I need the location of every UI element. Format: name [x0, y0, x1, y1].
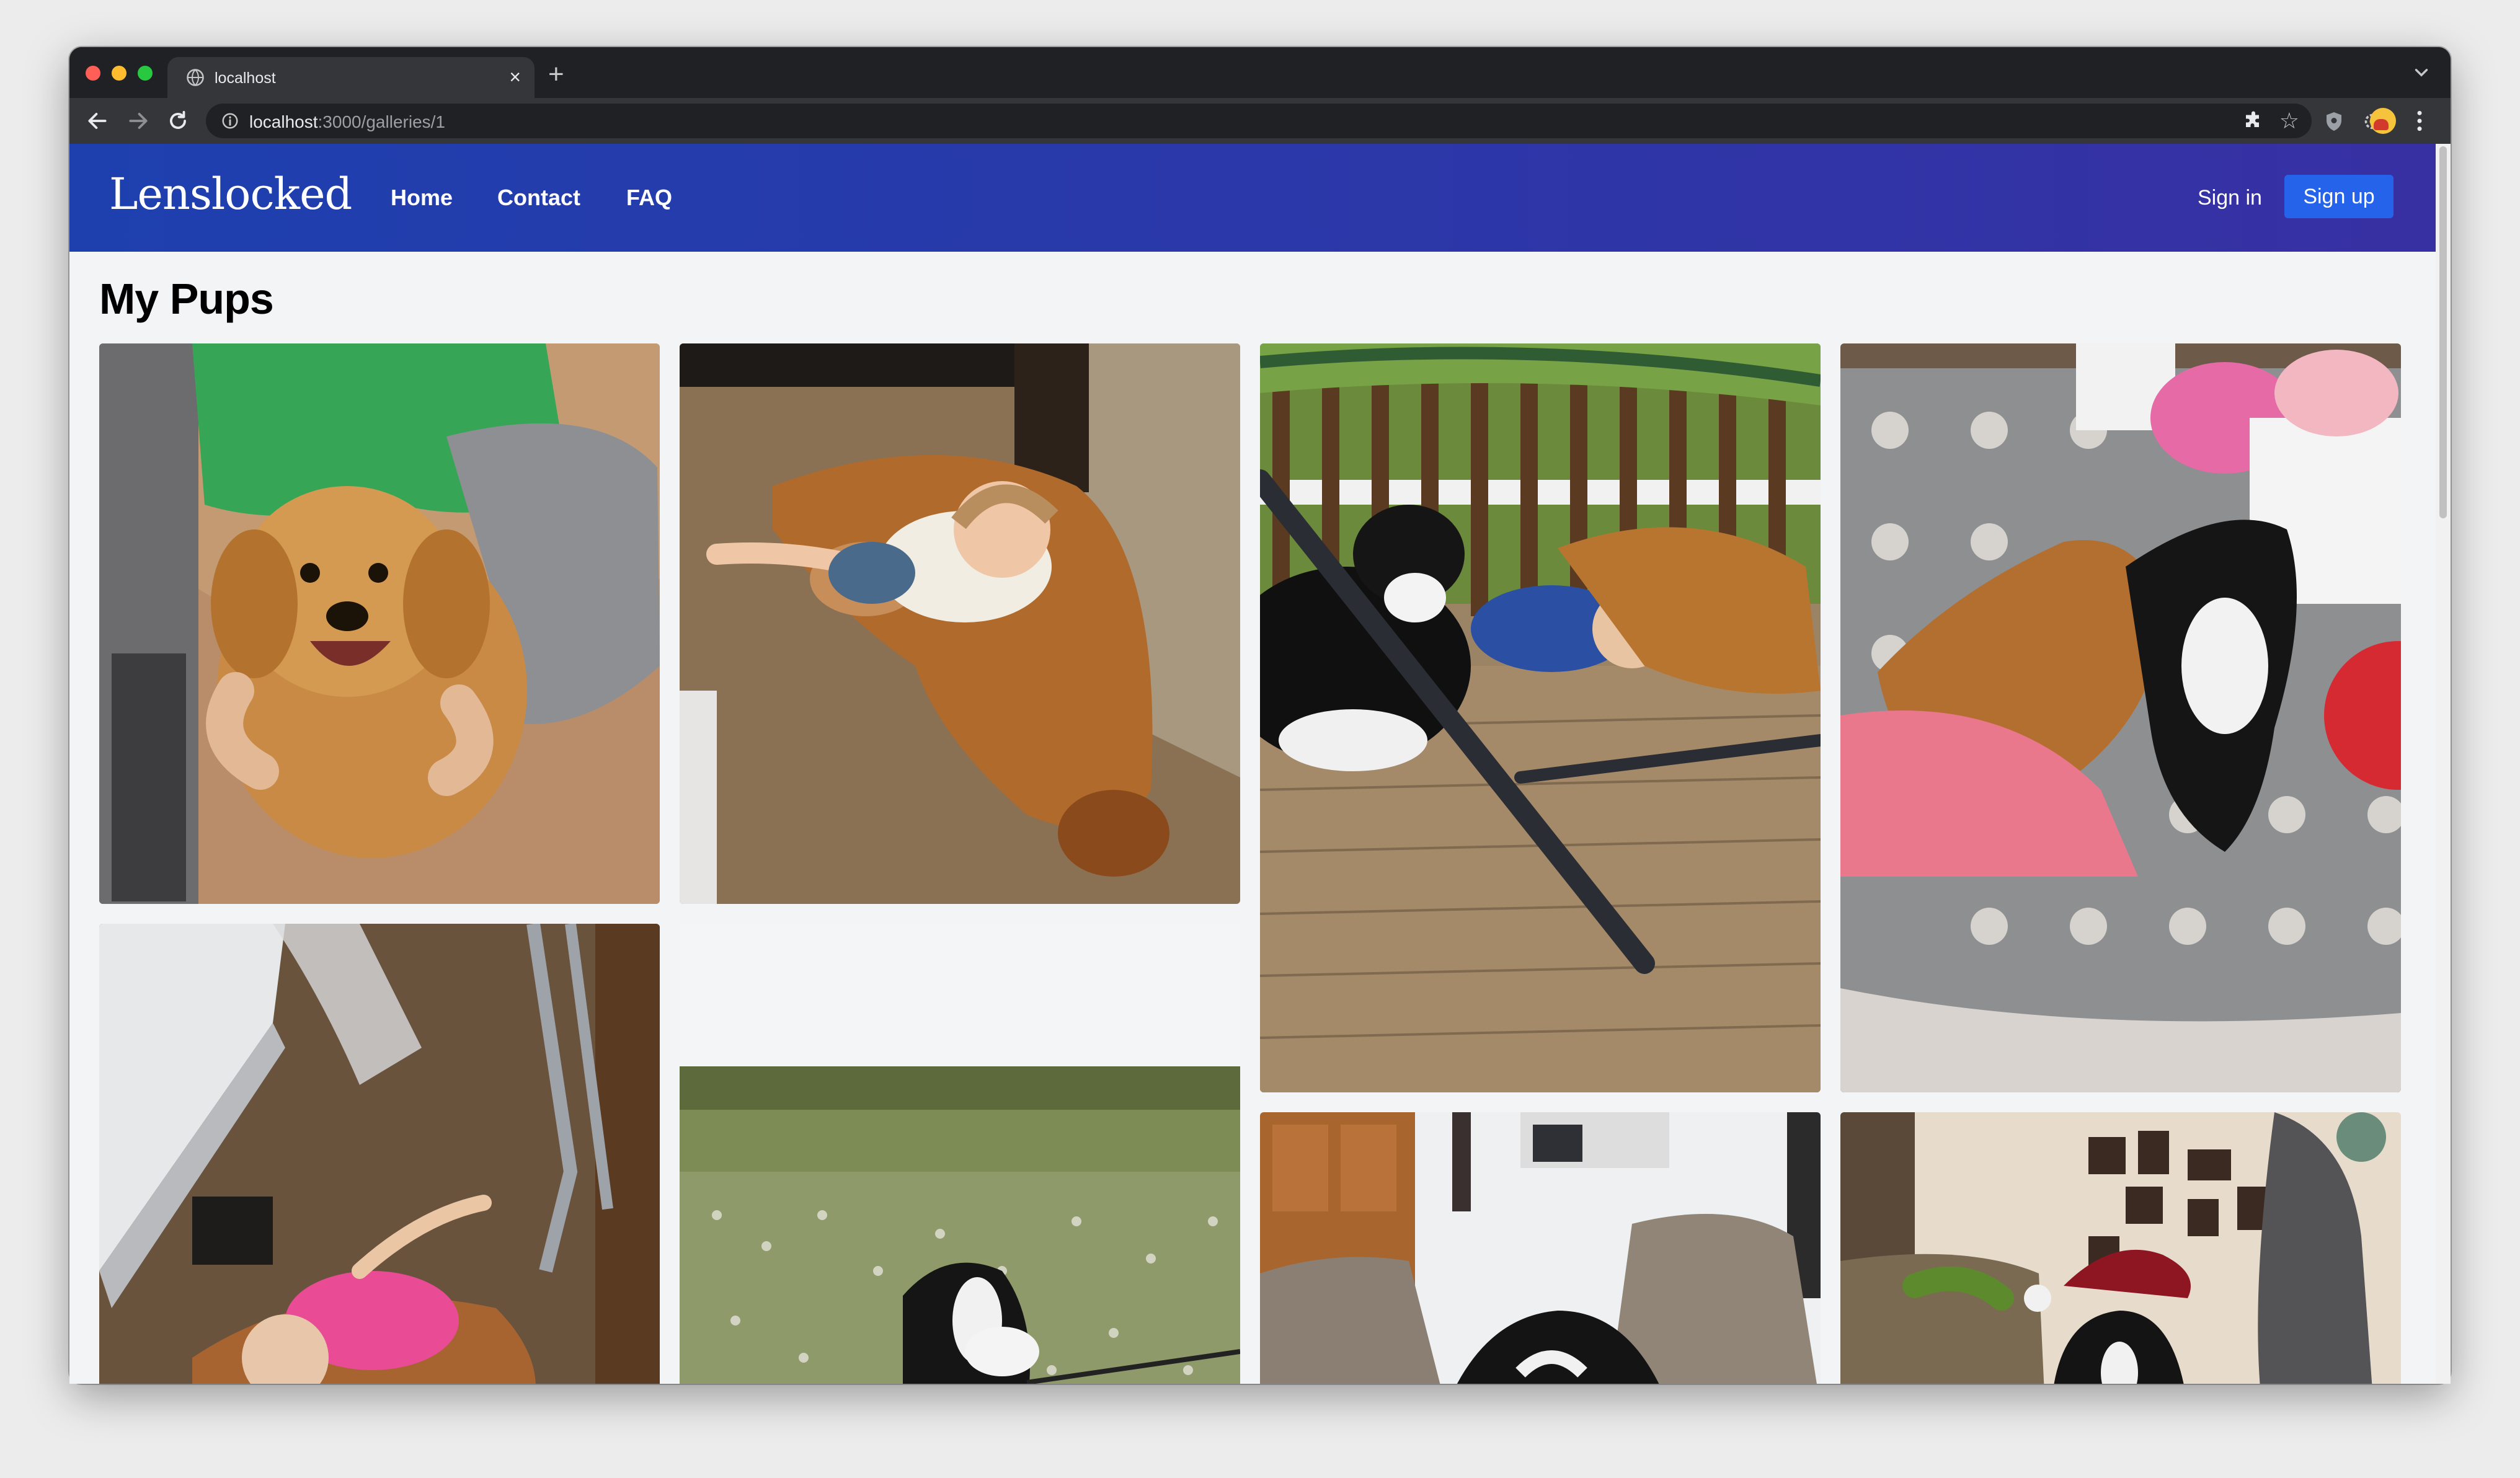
- reload-icon[interactable]: [166, 109, 190, 133]
- nav-link-faq[interactable]: FAQ: [626, 185, 672, 211]
- url-text: localhost:3000/galleries/1: [249, 112, 445, 132]
- shield-extension-icon[interactable]: [2323, 110, 2345, 133]
- tab-localhost[interactable]: localhost ×: [167, 57, 535, 98]
- globe-icon: [187, 69, 204, 86]
- field-image: [680, 924, 1240, 1384]
- close-tab-icon[interactable]: ×: [509, 66, 521, 88]
- gallery-photo-rug[interactable]: [1840, 343, 2401, 1092]
- site-navbar: Lenslocked Home Contact FAQ Sign in Sign…: [69, 144, 2436, 252]
- gallery-photo-deck[interactable]: [1260, 343, 1821, 1092]
- close-window-button[interactable]: [86, 66, 100, 81]
- baby-golden-image: [680, 343, 1240, 904]
- scrollbar-thumb[interactable]: [2439, 146, 2447, 518]
- more-menu-icon[interactable]: [2413, 109, 2426, 133]
- gallery-photo-baby-golden[interactable]: [680, 343, 1240, 904]
- gallery-title: My Pups: [99, 275, 274, 323]
- nav-link-home[interactable]: Home: [391, 185, 453, 211]
- minimize-window-button[interactable]: [112, 66, 126, 81]
- gallery-photo-floor[interactable]: [99, 924, 660, 1384]
- site-info-icon[interactable]: [221, 112, 239, 130]
- browser-toolbar: localhost:3000/galleries/1 ☆: [69, 98, 2451, 144]
- nav-link-contact[interactable]: Contact: [497, 185, 580, 211]
- bookmark-star-icon[interactable]: ☆: [2279, 108, 2299, 133]
- maximize-window-button[interactable]: [138, 66, 153, 81]
- floor-image: [99, 924, 660, 1384]
- santa-dog-image: [1840, 1112, 2401, 1384]
- gallery-photo-field[interactable]: [680, 924, 1240, 1384]
- sign-in-link[interactable]: Sign in: [2198, 186, 2262, 210]
- address-bar[interactable]: localhost:3000/galleries/1 ☆: [206, 104, 2312, 138]
- gallery-photo-couch[interactable]: [1260, 1112, 1821, 1384]
- url-path: :3000/galleries/1: [317, 112, 445, 131]
- tab-strip: localhost × +: [69, 47, 2451, 98]
- chevron-down-icon[interactable]: [2411, 62, 2432, 83]
- url-host: localhost: [249, 112, 318, 131]
- rug-image: [1840, 343, 2401, 1092]
- golden-puppy-image: [99, 343, 660, 904]
- forward-arrow-icon[interactable]: [126, 109, 150, 133]
- couch-image: [1260, 1112, 1821, 1384]
- puzzle-extensions-icon[interactable]: [2242, 110, 2265, 133]
- brand-logo[interactable]: Lenslocked: [109, 169, 352, 219]
- deck-image: [1260, 343, 1821, 1092]
- avatar-figure: [2374, 119, 2389, 130]
- profile-avatar[interactable]: [2370, 108, 2396, 134]
- back-arrow-icon[interactable]: [86, 109, 109, 133]
- sign-up-button[interactable]: Sign up: [2284, 175, 2394, 218]
- gallery-photo-santa[interactable]: [1840, 1112, 2401, 1384]
- page-scrollbar[interactable]: [2436, 144, 2451, 1384]
- gallery-photo-puppy[interactable]: [99, 343, 660, 904]
- new-tab-button[interactable]: +: [548, 61, 564, 88]
- page-viewport: Lenslocked Home Contact FAQ Sign in Sign…: [69, 144, 2451, 1384]
- tab-title: localhost: [215, 69, 276, 87]
